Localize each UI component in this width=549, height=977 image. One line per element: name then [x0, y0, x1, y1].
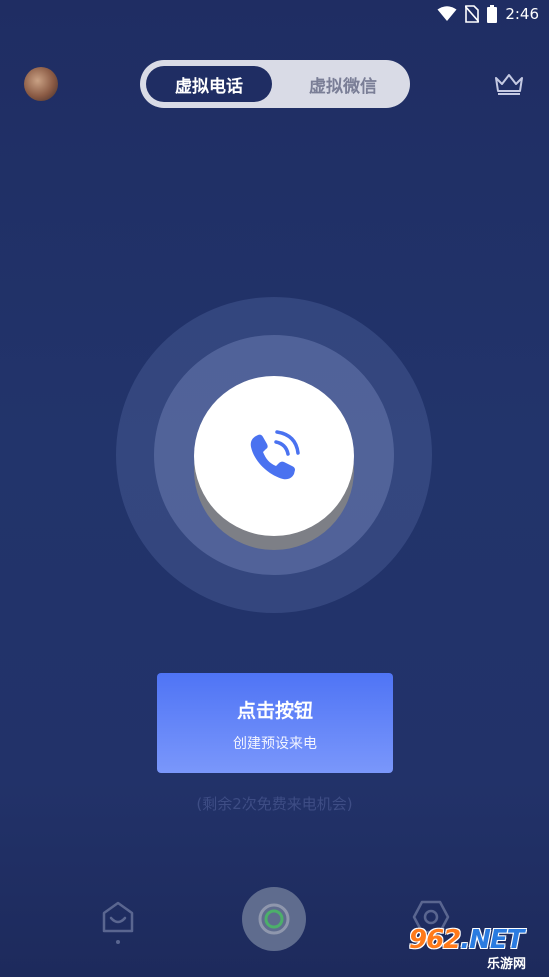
status-bar: 2:46 [0, 0, 549, 30]
record-button[interactable] [242, 887, 306, 951]
watermark-subtitle: 乐游网 [487, 957, 527, 972]
tab-virtual-wechat[interactable]: 虚拟微信 [280, 66, 406, 102]
create-call-button[interactable]: 点击按钮 创建预设来电 [157, 673, 393, 773]
cta-subtitle: 创建预设来电 [233, 736, 317, 752]
remaining-free-calls: (剩余2次免费来电机会) [196, 795, 353, 813]
cta-title: 点击按钮 [236, 700, 313, 722]
mode-switch: 虚拟电话 虚拟微信 [140, 60, 410, 108]
status-time: 2:46 [505, 5, 539, 23]
watermark-brand: 962.NET [409, 925, 524, 955]
crown-icon[interactable] [494, 72, 524, 96]
watermark-logo: 962.NET 乐游网 [405, 925, 545, 973]
status-icons: 2:46 [437, 5, 539, 23]
wifi-icon [437, 6, 457, 21]
tab-virtual-phone[interactable]: 虚拟电话 [146, 66, 272, 102]
battery-icon [487, 5, 498, 23]
home-icon[interactable] [100, 900, 136, 948]
record-icon [258, 903, 290, 935]
avatar[interactable] [24, 67, 58, 101]
call-button[interactable] [194, 376, 354, 536]
phone-ringing-icon [250, 430, 300, 480]
no-sim-icon [465, 5, 480, 23]
